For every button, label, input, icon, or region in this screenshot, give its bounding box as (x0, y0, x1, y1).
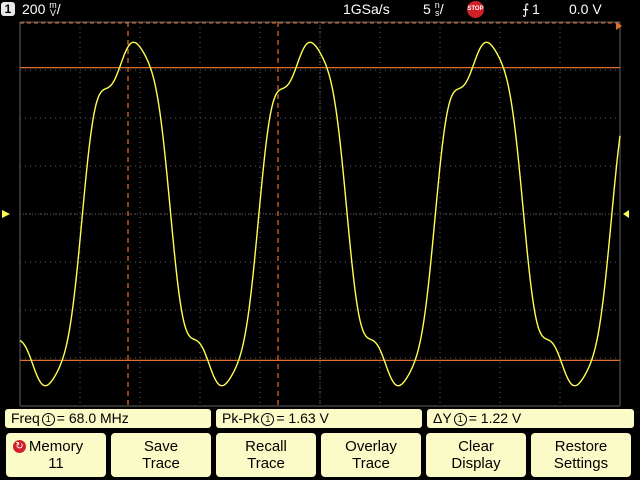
graticule (2, 21, 629, 407)
overlay-trace-softkey[interactable]: Overlay Trace (321, 433, 421, 477)
stop-icon[interactable]: STOP (467, 1, 484, 18)
measurement-label: ΔY (433, 410, 452, 426)
grid (19, 21, 621, 407)
channel-circle-icon: 1 (41, 413, 55, 426)
measurement-label: Pk-Pk (222, 410, 260, 426)
measurement-value: 1.22 V (480, 410, 522, 426)
trigger-edge-icon[interactable]: ⨍ (522, 1, 529, 18)
recall-trace-softkey[interactable]: Recall Trace (216, 433, 316, 477)
measurement-bar: Freq 1 = 68.0 MHz Pk-Pk 1 = 1.63 V ΔY 1 = 1.22… (0, 408, 640, 430)
measurement-label: Freq (11, 410, 40, 426)
markers (2, 22, 629, 218)
softkey-label-line2: Trace (142, 455, 180, 472)
unit-slash: / (439, 1, 444, 17)
trigger-source: 1 (532, 1, 540, 17)
measurement-value: 68.0 MHz (68, 410, 129, 426)
channel-circle-icon: 1 (453, 413, 467, 426)
status-bar: 1 200 m V/ 1GSa/s 5 n s / STOP ⨍ 1 0.0 V (0, 0, 640, 18)
softkey-label-line2: Trace (247, 455, 285, 472)
restore-settings-softkey[interactable]: Restore Settings (531, 433, 631, 477)
save-trace-softkey[interactable]: Save Trace (111, 433, 211, 477)
waveform-display[interactable] (0, 18, 640, 408)
measurement-delta-y[interactable]: ΔY 1 = 1.22 V (427, 409, 634, 428)
unit-slash: / (56, 1, 61, 17)
vertical-scale-unit: mV (49, 1, 57, 18)
trigger-level-icon (623, 210, 629, 218)
measurement-frequency[interactable]: Freq 1 = 68.0 MHz (5, 409, 211, 428)
sample-rate: 1GSa/s (343, 1, 390, 17)
memory-softkey[interactable]: ↻ Memory 11 (6, 433, 106, 477)
softkey-bar: ↻ Memory 11 Save Trace Recall Trace Over… (0, 430, 640, 480)
softkey-label-line1: Recall (245, 438, 287, 455)
measurement-value: 1.63 V (288, 410, 329, 426)
softkey-label-line2: Settings (553, 455, 609, 472)
timebase[interactable]: 5 n s / (423, 1, 444, 18)
softkey-label-line2: 11 (48, 455, 64, 472)
softkey-label-line1: Save (143, 438, 179, 455)
softkey-label-line1: Clear (458, 438, 494, 455)
ground-marker-icon (2, 210, 10, 218)
measurement-pk-pk[interactable]: Pk-Pk 1 = 1.63 V (216, 409, 422, 428)
softkey-label-line1: Overlay (345, 438, 397, 455)
channel-badge[interactable]: 1 (1, 2, 15, 16)
softkey-label-line2: Trace (352, 455, 390, 472)
channel-circle-icon: 1 (261, 413, 275, 426)
vertical-unit-bottom: V (49, 8, 56, 18)
trigger-level[interactable]: 0.0 V (569, 1, 602, 17)
softkey-label-line1: Restore (554, 438, 608, 455)
timebase-value: 5 (423, 1, 431, 17)
vertical-scale[interactable]: 200 m V / (22, 1, 61, 18)
softkey-label-line2: Display (451, 455, 501, 472)
vertical-scale-value: 200 (22, 1, 46, 17)
rotate-knob-icon: ↻ (13, 440, 26, 453)
clear-display-softkey[interactable]: Clear Display (426, 433, 526, 477)
